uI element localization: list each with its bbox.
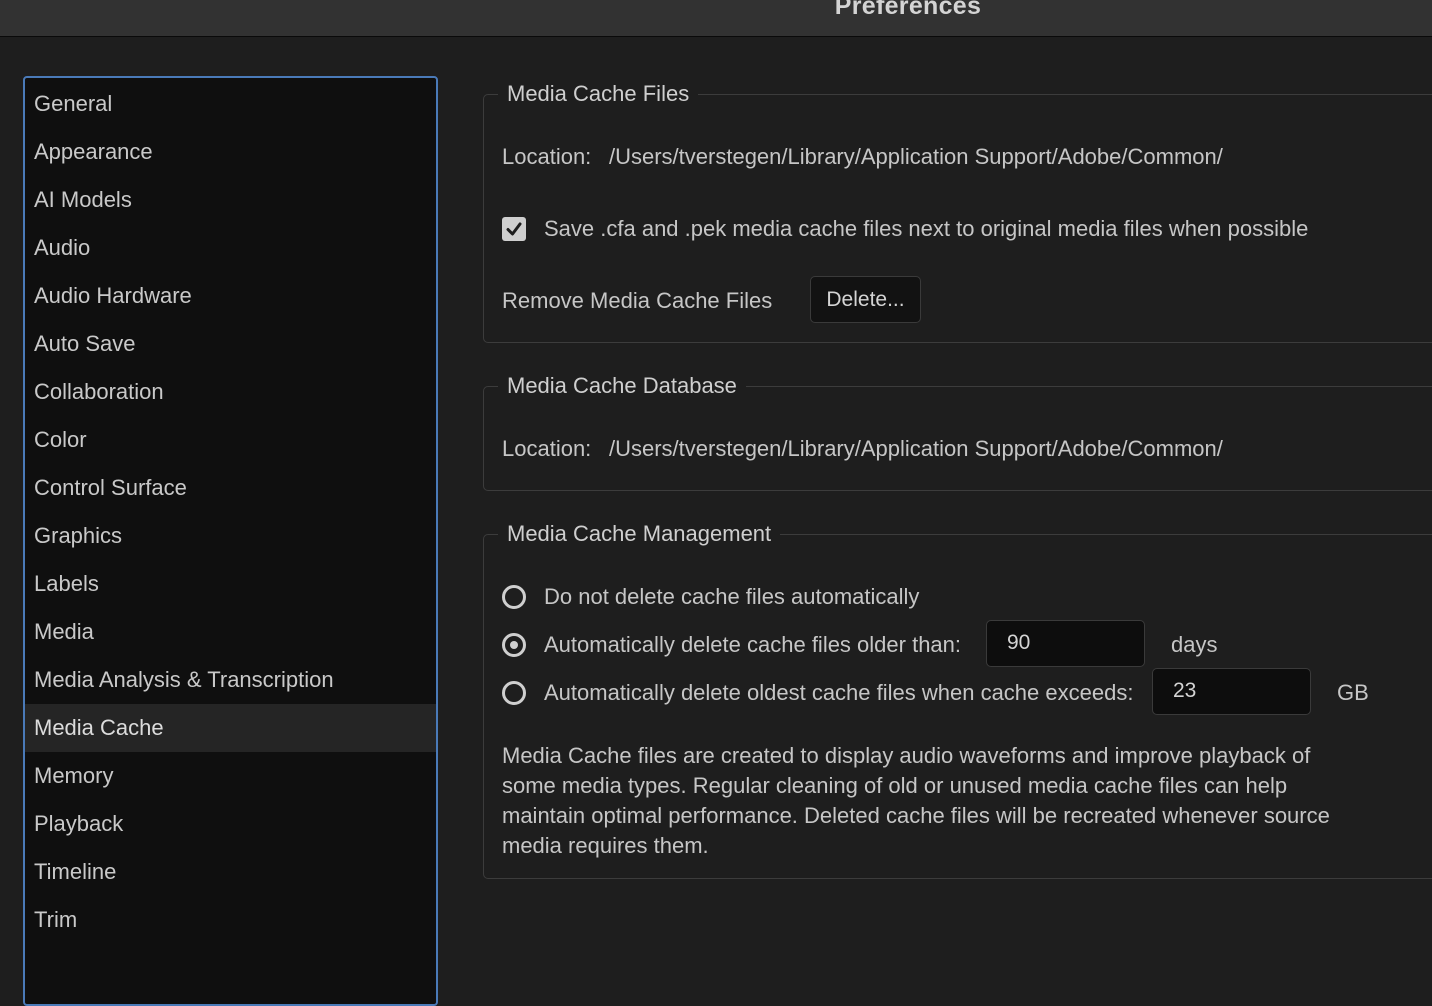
- days-unit-label: days: [1171, 632, 1218, 657]
- no-delete-radio[interactable]: [502, 585, 526, 609]
- delete-cache-button[interactable]: Delete...: [810, 276, 921, 323]
- sidebar-item-audio[interactable]: Audio: [25, 224, 436, 272]
- delete-older-than-label[interactable]: Automatically delete cache files older t…: [544, 632, 961, 658]
- cache-files-location-label: Location:: [502, 144, 592, 169]
- save-next-to-media-label[interactable]: Save .cfa and .pek media cache files nex…: [544, 216, 1308, 242]
- sidebar-item-timeline[interactable]: Timeline: [25, 848, 436, 896]
- cache-files-location-path: /Users/tverstegen/Library/Application Su…: [609, 144, 1223, 169]
- sidebar-item-color[interactable]: Color: [25, 416, 436, 464]
- window-title: Preferences: [834, 0, 982, 20]
- sidebar-item-media-cache[interactable]: Media Cache: [25, 704, 436, 752]
- sidebar-item-control-surface[interactable]: Control Surface: [25, 464, 436, 512]
- sidebar-item-audio-hardware[interactable]: Audio Hardware: [25, 272, 436, 320]
- sidebar-item-memory[interactable]: Memory: [25, 752, 436, 800]
- delete-older-than-radio[interactable]: [502, 633, 526, 657]
- title-bar: Preferences: [0, 0, 1432, 37]
- checkmark-icon: [506, 222, 522, 236]
- sidebar-item-media-analysis-transcription[interactable]: Media Analysis & Transcription: [25, 656, 436, 704]
- cache-database-location-label: Location:: [502, 436, 592, 461]
- sidebar-item-trim[interactable]: Trim: [25, 896, 436, 944]
- cache-size-limit-input[interactable]: 23: [1152, 668, 1311, 715]
- delete-when-exceeds-label[interactable]: Automatically delete oldest cache files …: [544, 680, 1133, 706]
- media-cache-database-legend: Media Cache Database: [498, 371, 746, 401]
- save-next-to-media-checkbox[interactable]: [502, 217, 526, 241]
- cache-database-location-path: /Users/tverstegen/Library/Application Su…: [609, 436, 1223, 461]
- sidebar-item-playback[interactable]: Playback: [25, 800, 436, 848]
- preferences-category-list[interactable]: General Appearance AI Models Audio Audio…: [23, 76, 438, 1006]
- sidebar-item-general[interactable]: General: [25, 80, 436, 128]
- remove-cache-files-label: Remove Media Cache Files: [502, 288, 773, 313]
- media-cache-description: Media Cache files are created to display…: [502, 743, 1330, 858]
- older-than-days-input[interactable]: 90: [986, 620, 1145, 667]
- gb-unit-label: GB: [1337, 680, 1369, 705]
- sidebar-item-graphics[interactable]: Graphics: [25, 512, 436, 560]
- sidebar-item-labels[interactable]: Labels: [25, 560, 436, 608]
- media-cache-files-legend: Media Cache Files: [498, 79, 699, 109]
- sidebar-item-auto-save[interactable]: Auto Save: [25, 320, 436, 368]
- sidebar-item-ai-models[interactable]: AI Models: [25, 176, 436, 224]
- delete-when-exceeds-radio[interactable]: [502, 681, 526, 705]
- sidebar-item-collaboration[interactable]: Collaboration: [25, 368, 436, 416]
- no-delete-label[interactable]: Do not delete cache files automatically: [544, 584, 919, 610]
- sidebar-item-media[interactable]: Media: [25, 608, 436, 656]
- sidebar-item-appearance[interactable]: Appearance: [25, 128, 436, 176]
- media-cache-management-legend: Media Cache Management: [498, 519, 781, 549]
